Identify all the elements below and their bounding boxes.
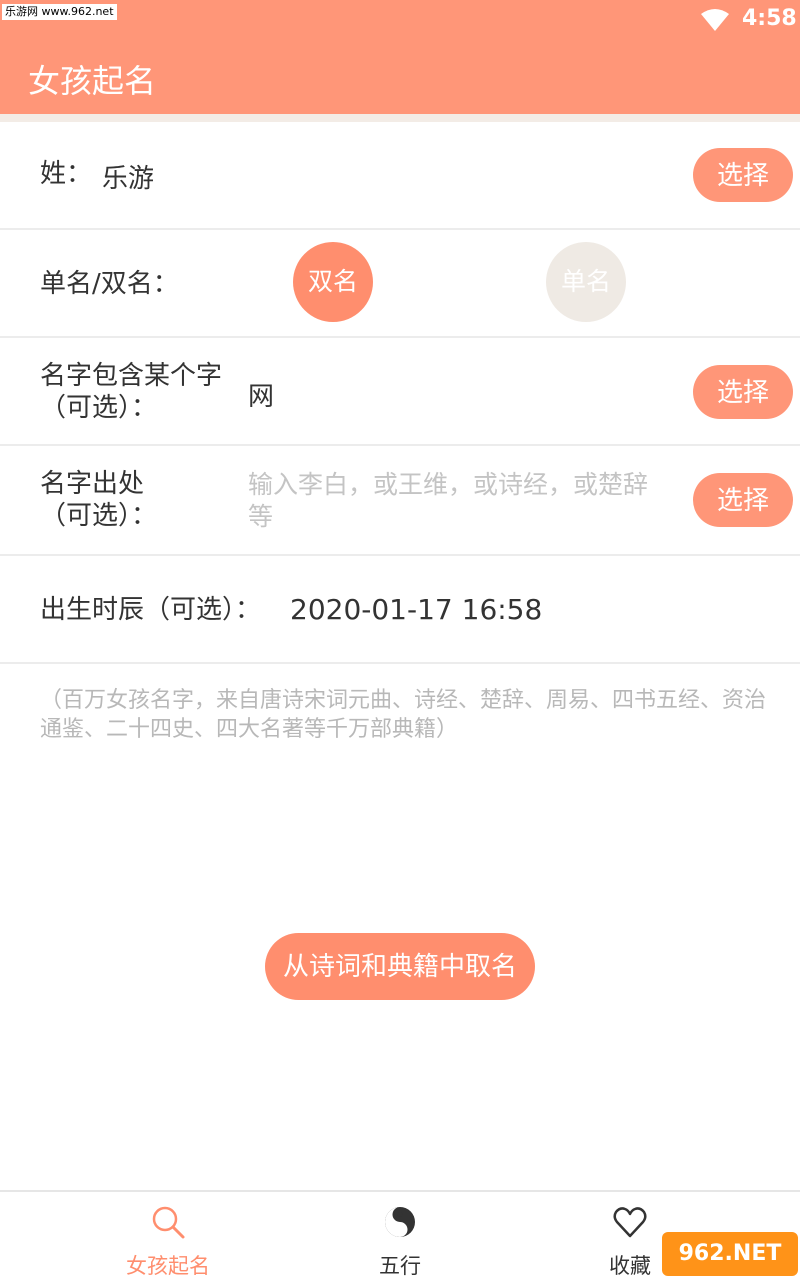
surname-label: 姓：: [40, 159, 93, 189]
double-name-option[interactable]: 双名: [293, 242, 373, 322]
status-time: 4:58: [742, 6, 797, 31]
birth-time-label: 出生时辰（可选）：: [40, 595, 262, 625]
name-type-row: 单名/双名： 双名 单名: [0, 230, 800, 338]
heart-icon: [613, 1207, 647, 1238]
status-bar: 乐游网 www.962.net 4:58: [0, 0, 800, 40]
corner-watermark: 962.NET: [662, 1232, 798, 1276]
wifi-icon: [701, 9, 729, 31]
yin-yang-icon: [385, 1207, 415, 1237]
tab-girl-naming[interactable]: 女孩起名: [68, 1192, 268, 1280]
source-placeholder-line1: 输入李白，或王维，或诗经，或楚辞: [248, 470, 649, 499]
source-placeholder-line2: 等: [248, 502, 274, 531]
name-type-label: 单名/双名：: [40, 269, 179, 299]
source-select-button[interactable]: 选择: [693, 473, 793, 527]
watermark-text: 乐游网 www.962.net: [2, 4, 117, 20]
source-input[interactable]: 输入李白，或王维，或诗经，或楚辞 等: [248, 469, 688, 533]
contains-char-label: 名字包含某个字: [40, 361, 223, 391]
surname-value: 乐游: [102, 164, 155, 194]
contains-char-row: 名字包含某个字 （可选）： 网 选择: [0, 338, 800, 446]
surname-row: 姓： 乐游 选择: [0, 122, 800, 230]
birth-time-value[interactable]: 2020-01-17 16:58: [290, 593, 542, 626]
tab-five-elements[interactable]: 五行: [300, 1192, 500, 1280]
single-name-option[interactable]: 单名: [546, 242, 626, 322]
contains-char-select-button[interactable]: 选择: [693, 365, 793, 419]
tab-label: 女孩起名: [126, 1254, 210, 1278]
birth-time-row[interactable]: 出生时辰（可选）： 2020-01-17 16:58: [0, 556, 800, 664]
source-optional-label: （可选）：: [40, 501, 158, 531]
contains-char-optional-label: （可选）：: [40, 393, 158, 423]
surname-select-button[interactable]: 选择: [693, 148, 793, 202]
page-title: 女孩起名: [28, 62, 157, 100]
hint-text: （百万女孩名字，来自唐诗宋词元曲、诗经、楚辞、周易、四书五经、资治通鉴、二十四史…: [40, 688, 767, 742]
tab-label: 五行: [379, 1254, 421, 1278]
source-label: 名字出处: [40, 469, 145, 499]
app-bar-divider: [0, 114, 800, 122]
search-icon: [152, 1206, 185, 1239]
generate-name-button[interactable]: 从诗词和典籍中取名: [265, 933, 535, 1000]
contains-char-value[interactable]: 网: [248, 376, 274, 413]
source-row: 名字出处 （可选）： 输入李白，或王维，或诗经，或楚辞 等 选择: [0, 446, 800, 556]
app-bar: 女孩起名: [0, 40, 800, 114]
